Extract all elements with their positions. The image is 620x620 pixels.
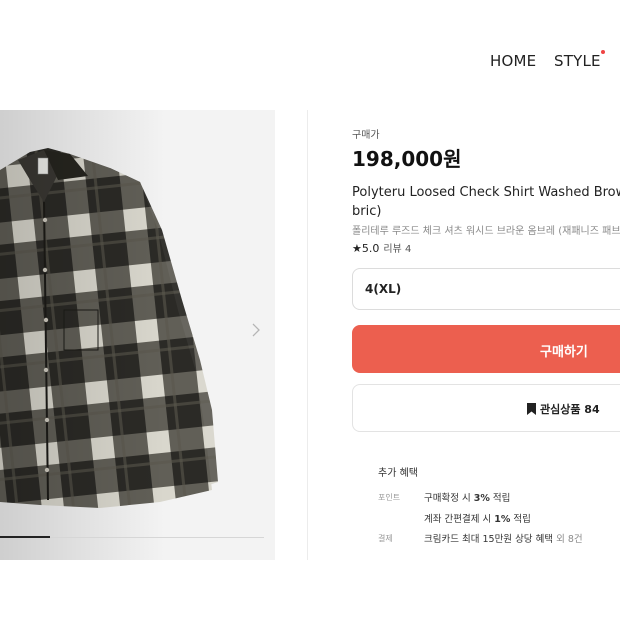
nav-home-link[interactable]: HOME	[490, 52, 536, 70]
chevron-right-icon[interactable]	[251, 323, 261, 337]
buy-button-label: 구매하기	[540, 345, 588, 360]
benefit-rate: 3%	[473, 493, 490, 504]
rating[interactable]: ★5.0 리뷰 4	[352, 240, 411, 255]
gallery-progress-fill	[0, 536, 50, 538]
size-select[interactable]: 4(XL)	[352, 268, 620, 310]
benefit-text: 적립	[489, 493, 511, 504]
benefits-title: 추가 혜택	[378, 468, 418, 479]
benefit-point-line1: 구매확정 시 3% 적립	[424, 490, 510, 504]
benefit-text: 크림카드 최대 15만원 상당 혜택	[424, 534, 554, 545]
price-label: 구매가	[352, 130, 380, 141]
wishlist-button-label: 관심상품 84	[540, 403, 600, 416]
shirt-image	[0, 110, 275, 560]
buy-button[interactable]: 구매하기	[352, 325, 620, 373]
nav-style-link[interactable]: STYLE	[554, 52, 601, 70]
price: 198,000원	[352, 147, 462, 171]
product-title: Polyteru Loosed Check Shirt Washed Brow …	[352, 183, 620, 221]
product-subtitle: 폴리테루 루즈드 체크 셔츠 워시드 브라운 옴브레 (재패니즈 패브	[352, 226, 620, 237]
benefit-text: 구매확정 시	[424, 493, 474, 504]
benefit-rate: 1%	[494, 514, 511, 525]
wishlist-button[interactable]: 관심상품 84	[352, 384, 620, 432]
notification-dot	[601, 50, 605, 54]
product-title-line2: bric)	[352, 204, 382, 219]
bookmark-icon	[527, 403, 536, 415]
benefit-pay-line[interactable]: 크림카드 최대 15만원 상당 혜택 외 8건	[424, 531, 583, 545]
benefit-text: 적립	[510, 514, 531, 525]
product-image[interactable]	[0, 110, 275, 560]
review-count[interactable]: 리뷰 4	[383, 244, 411, 255]
size-select-value: 4(XL)	[365, 282, 402, 296]
rating-value: ★5.0	[352, 242, 380, 255]
benefit-pay-label: 결제	[378, 534, 393, 543]
benefit-text: 계좌 간편결제 시	[424, 514, 495, 525]
benefit-point-line2: 계좌 간편결제 시 1% 적립	[424, 511, 531, 525]
divider	[307, 110, 308, 560]
benefit-more[interactable]: 외 8건	[553, 534, 583, 545]
product-title-line1: Polyteru Loosed Check Shirt Washed Brow	[352, 185, 620, 200]
benefit-point-label: 포인트	[378, 493, 401, 502]
